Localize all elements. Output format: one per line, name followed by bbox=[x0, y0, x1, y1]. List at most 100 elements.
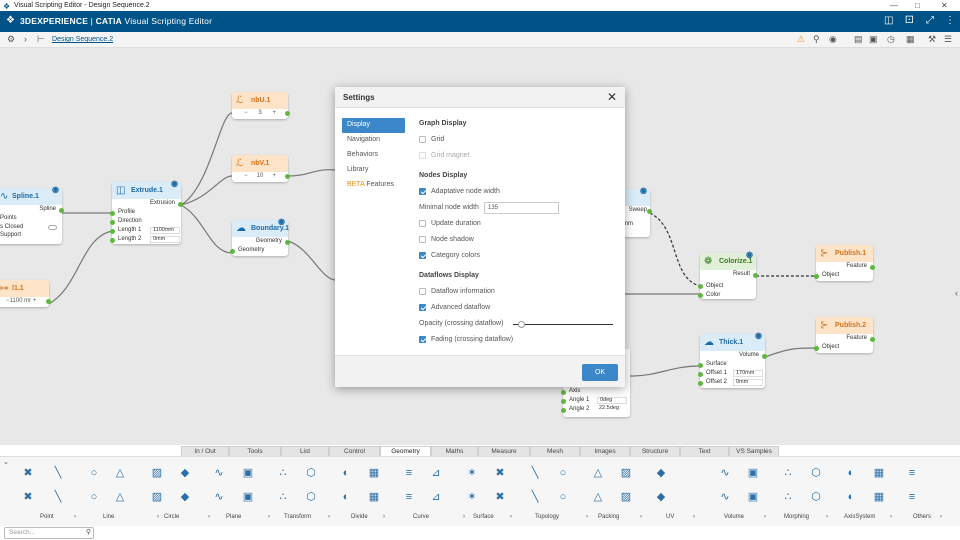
input-port[interactable] bbox=[561, 408, 566, 413]
tab-maths[interactable]: Maths bbox=[431, 446, 478, 456]
checkbox[interactable] bbox=[419, 236, 426, 243]
tool-icon[interactable]: ≡ bbox=[904, 489, 920, 505]
tool-icon[interactable]: ▦ bbox=[871, 465, 887, 481]
tool-icon[interactable]: ◐ bbox=[338, 465, 354, 481]
node-thick[interactable]: ☁ Thick.1 ◉ Volume Surface Offset 1 170mm O… bbox=[698, 331, 767, 388]
tool-icon[interactable]: ⬡ bbox=[303, 465, 319, 481]
group-curve[interactable]: Curve bbox=[413, 514, 429, 520]
zoom-icon[interactable]: ⚲ bbox=[813, 34, 820, 45]
tool-icon[interactable]: ▨ bbox=[149, 465, 165, 481]
output-port[interactable] bbox=[285, 174, 290, 179]
length1-field[interactable]: 1100mm bbox=[150, 227, 180, 234]
calendar-icon[interactable]: ▦ bbox=[906, 34, 915, 45]
output-port[interactable] bbox=[753, 273, 758, 278]
offset2-field[interactable]: 0mm bbox=[733, 379, 763, 386]
chevron-right-icon[interactable]: › bbox=[208, 514, 210, 520]
layout-icon[interactable]: ◫ bbox=[884, 15, 893, 26]
tool-icon[interactable]: ╲ bbox=[527, 465, 543, 481]
tool-icon[interactable]: ▦ bbox=[366, 465, 382, 481]
group-volume[interactable]: Volume bbox=[724, 514, 744, 520]
decrement-button[interactable]: − bbox=[244, 172, 248, 181]
image-icon[interactable]: ▣ bbox=[869, 34, 878, 45]
input-port[interactable] bbox=[110, 211, 115, 216]
fullscreen-icon[interactable]: ⤢ bbox=[926, 15, 934, 26]
tab-list[interactable]: List bbox=[281, 446, 329, 456]
home-icon[interactable]: ⚙ bbox=[7, 34, 15, 45]
input-port[interactable] bbox=[698, 372, 703, 377]
toggle-switch[interactable] bbox=[48, 225, 57, 230]
close-icon[interactable]: ✕ bbox=[607, 90, 617, 104]
tool-icon[interactable]: ╲ bbox=[50, 489, 66, 505]
tool-icon[interactable]: ≡ bbox=[401, 489, 417, 505]
tool-icon[interactable]: ▦ bbox=[871, 489, 887, 505]
nav-display[interactable]: Display bbox=[342, 118, 405, 133]
input-port[interactable] bbox=[561, 390, 566, 395]
output-port[interactable] bbox=[285, 111, 290, 116]
output-port[interactable] bbox=[870, 265, 875, 270]
chevron-right-icon[interactable]: › bbox=[383, 514, 385, 520]
tool-icon[interactable]: ✶ bbox=[464, 465, 480, 481]
tool-icon[interactable]: ▦ bbox=[366, 489, 382, 505]
angle2-field[interactable]: 22.5deg bbox=[597, 405, 627, 413]
checkbox[interactable] bbox=[419, 188, 426, 195]
group-plane[interactable]: Plane bbox=[226, 514, 241, 520]
tool-icon[interactable]: ✶ bbox=[464, 489, 480, 505]
share-icon[interactable]: ⚀ bbox=[905, 15, 914, 26]
input-port[interactable] bbox=[698, 363, 703, 368]
tool-icon[interactable]: ∴ bbox=[780, 465, 796, 481]
option-advanced-dataflow[interactable]: Advanced dataflow bbox=[419, 300, 619, 316]
checkbox[interactable] bbox=[419, 220, 426, 227]
min-width-input[interactable]: 135 bbox=[484, 202, 559, 214]
tool-icon[interactable]: ╲ bbox=[50, 465, 66, 481]
collapse-icon[interactable]: ⌄ bbox=[3, 458, 9, 466]
group-packing[interactable]: Packing bbox=[598, 514, 619, 520]
more-icon[interactable]: ⋮ bbox=[945, 15, 955, 26]
node-extrude[interactable]: ◫ Extrude.1 ◉ Extrusion Profile Direction … bbox=[110, 179, 183, 244]
nav-navigation[interactable]: Navigation bbox=[342, 133, 405, 148]
input-port[interactable] bbox=[698, 284, 703, 289]
tab-control[interactable]: Control bbox=[329, 446, 380, 456]
checkbox[interactable] bbox=[419, 304, 426, 311]
chevron-right-icon[interactable]: › bbox=[74, 514, 76, 520]
group-circle[interactable]: Circle bbox=[164, 514, 179, 520]
output-port[interactable] bbox=[178, 202, 183, 207]
node-publish2[interactable]: ⊱ Publish.2 Feature Object bbox=[814, 317, 875, 353]
opacity-slider[interactable]: Opacity (crossing dataflow) bbox=[419, 316, 619, 332]
tab-vs-samples[interactable]: VS Samples bbox=[729, 446, 779, 456]
node-publish1[interactable]: ⊱ Publish.1 Feature Object bbox=[814, 245, 875, 281]
warning-icon[interactable]: ⚠ bbox=[797, 34, 805, 45]
tool-icon[interactable]: ≡ bbox=[904, 465, 920, 481]
tool-icon[interactable]: ▨ bbox=[618, 489, 634, 505]
tool-icon[interactable]: △ bbox=[590, 465, 606, 481]
input-port[interactable] bbox=[110, 220, 115, 225]
chevron-right-icon[interactable]: › bbox=[463, 514, 465, 520]
tool-icon[interactable]: ✖ bbox=[20, 465, 36, 481]
tool-icon[interactable]: △ bbox=[590, 489, 606, 505]
tool-icon[interactable]: △ bbox=[112, 465, 128, 481]
nav-library[interactable]: Library bbox=[342, 163, 405, 178]
chevron-right-icon[interactable]: › bbox=[764, 514, 766, 520]
option-node-shadow[interactable]: Node shadow bbox=[419, 232, 619, 248]
group-point[interactable]: Point bbox=[40, 514, 54, 520]
tab-mesh[interactable]: Mesh bbox=[530, 446, 580, 456]
tool-icon[interactable]: ▣ bbox=[240, 465, 256, 481]
tab-geometry[interactable]: Geometry bbox=[380, 446, 431, 456]
tool-icon[interactable]: ○ bbox=[86, 489, 102, 505]
group-topology[interactable]: Topology bbox=[535, 514, 559, 520]
tab-images[interactable]: Images bbox=[580, 446, 630, 456]
input-port[interactable] bbox=[814, 346, 819, 351]
input-port[interactable] bbox=[561, 399, 566, 404]
tab-in-out[interactable]: In / Out bbox=[181, 446, 229, 456]
tool-icon[interactable]: ◐ bbox=[843, 489, 859, 505]
panel-expand-icon[interactable]: ‹ bbox=[955, 288, 958, 298]
tool-icon[interactable]: ⬡ bbox=[808, 489, 824, 505]
option-update-duration[interactable]: Update duration bbox=[419, 216, 619, 232]
output-port[interactable] bbox=[59, 208, 64, 213]
tool-icon[interactable]: ◐ bbox=[843, 465, 859, 481]
tool-icon[interactable]: ▣ bbox=[745, 465, 761, 481]
tab-measure[interactable]: Measure bbox=[478, 446, 530, 456]
group-axissystem[interactable]: AxisSystem bbox=[844, 514, 875, 520]
close-window-icon[interactable]: ✕ bbox=[941, 0, 948, 11]
group-others[interactable]: Others bbox=[913, 514, 931, 520]
input-port[interactable] bbox=[110, 238, 115, 243]
